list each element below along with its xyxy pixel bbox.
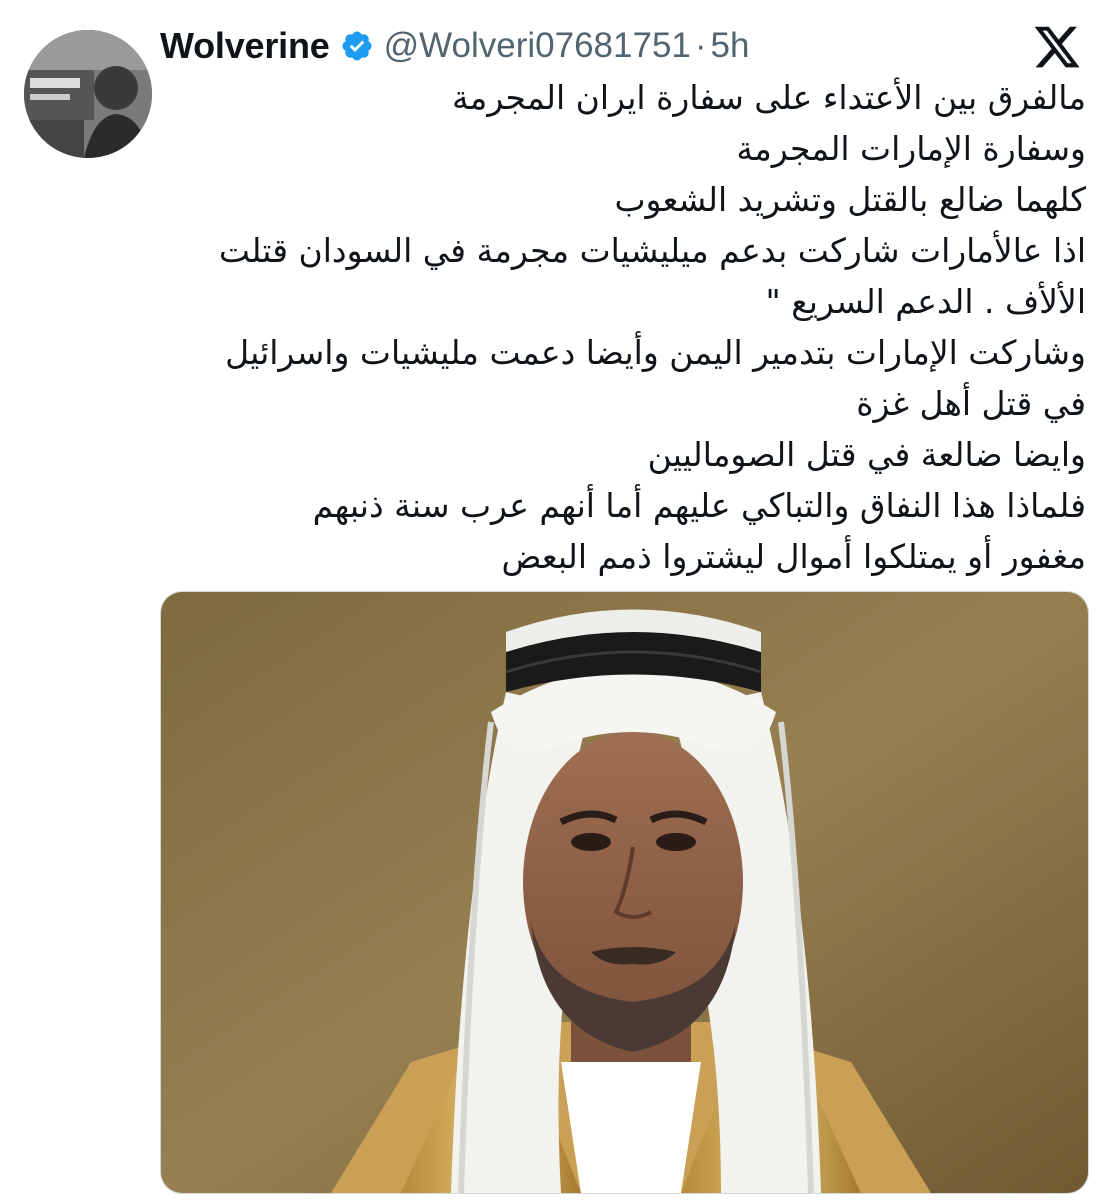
tweet-text-line: كلهما ضالع بالقتل وتشريد الشعوب xyxy=(614,180,1086,219)
verified-badge-icon xyxy=(342,31,372,61)
display-name[interactable]: Wolverine xyxy=(160,25,330,67)
tweet-header: Wolverine @Wolveri07681751 · 5h xyxy=(160,24,749,68)
header-separator: · xyxy=(694,26,707,65)
tweet-text-line: الألأف . الدعم السريع " xyxy=(765,282,1086,321)
tweet-text-line: في قتل أهل غزة xyxy=(856,384,1086,423)
tweet-text-line: فلماذا هذا النفاق والتباكي عليهم أما أنه… xyxy=(312,486,1086,525)
tweet-text-line: وايضا ضالعة في قتل الصوماليين xyxy=(647,435,1086,474)
tweet-text-line: مالفرق بين الأعتداء على سفارة ايران المج… xyxy=(451,78,1086,117)
tweet-text-line: وسفارة الإمارات المجرمة xyxy=(736,129,1086,168)
tweet-photo[interactable] xyxy=(160,591,1089,1194)
tweet-card[interactable]: Wolverine @Wolveri07681751 · 5h مالفرق ب… xyxy=(0,0,1110,1200)
timestamp[interactable]: 5h xyxy=(711,26,750,66)
user-handle[interactable]: @Wolveri07681751 xyxy=(384,26,691,66)
x-logo-icon xyxy=(1034,26,1080,68)
tweet-text-line: وشاركت الإمارات بتدمير اليمن وأيضا دعمت … xyxy=(225,333,1086,372)
tweet-text-line: مغفور أو يمتلكوا أموال ليشتروا ذمم البعض xyxy=(501,537,1086,576)
tweet-text-line: اذا عالأمارات شاركت بدعم ميليشيات مجرمة … xyxy=(218,231,1086,270)
tweet-text: مالفرق بين الأعتداء على سفارة ايران المج… xyxy=(146,72,1086,582)
avatar[interactable] xyxy=(24,30,152,158)
